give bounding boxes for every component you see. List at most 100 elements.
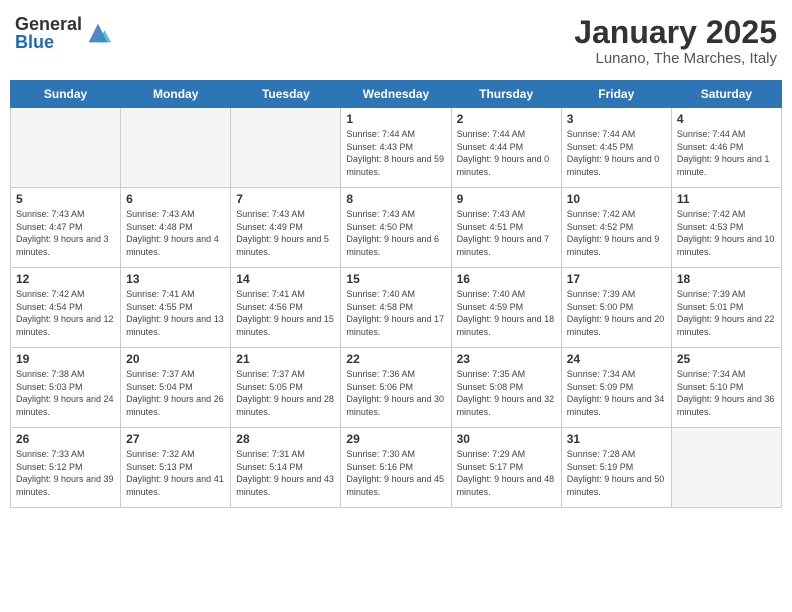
calendar-cell: 27 Sunrise: 7:32 AM Sunset: 5:13 PM Dayli…: [121, 428, 231, 508]
calendar-cell: 18 Sunrise: 7:39 AM Sunset: 5:01 PM Dayli…: [671, 268, 781, 348]
day-info: Sunrise: 7:40 AM Sunset: 4:58 PM Dayligh…: [346, 288, 445, 338]
weekday-header-saturday: Saturday: [671, 81, 781, 108]
calendar-cell: 6 Sunrise: 7:43 AM Sunset: 4:48 PM Daylig…: [121, 188, 231, 268]
weekday-header-sunday: Sunday: [11, 81, 121, 108]
weekday-header-tuesday: Tuesday: [231, 81, 341, 108]
weekday-header-monday: Monday: [121, 81, 231, 108]
calendar-cell: 13Sunrise: 7:41 AM Sunset: 4:55 PM Dayli…: [121, 268, 231, 348]
calendar-cell: 20 Sunrise: 7:37 AM Sunset: 5:04 PM Dayli…: [121, 348, 231, 428]
day-number: 13: [126, 272, 225, 286]
day-info: Sunrise: 7:42 AM Sunset: 4:52 PM Dayligh…: [567, 208, 666, 258]
day-number: 14: [236, 272, 335, 286]
day-info: Sunrise: 7:44 AM Sunset: 4:44 PM Dayligh…: [457, 128, 556, 178]
day-info: Sunrise: 7:34 AM Sunset: 5:10 PM Dayligh…: [677, 368, 776, 418]
day-number: 10: [567, 192, 666, 206]
logo-icon: [84, 19, 112, 47]
calendar-cell: 8Sunrise: 7:43 AM Sunset: 4:50 PM Daylig…: [341, 188, 451, 268]
day-info: Sunrise: 7:32 AM Sunset: 5:13 PM Dayligh…: [126, 448, 225, 498]
day-info: Sunrise: 7:40 AM Sunset: 4:59 PM Dayligh…: [457, 288, 556, 338]
month-year-title: January 2025: [574, 15, 777, 50]
day-info: Sunrise: 7:37 AM Sunset: 5:04 PM Dayligh…: [126, 368, 225, 418]
weekday-header-friday: Friday: [561, 81, 671, 108]
day-number: 6: [126, 192, 225, 206]
calendar-cell: 24Sunrise: 7:34 AM Sunset: 5:09 PM Dayli…: [561, 348, 671, 428]
day-info: Sunrise: 7:29 AM Sunset: 5:17 PM Dayligh…: [457, 448, 556, 498]
day-info: Sunrise: 7:39 AM Sunset: 5:01 PM Dayligh…: [677, 288, 776, 338]
day-number: 24: [567, 352, 666, 366]
calendar-week-row: 26 Sunrise: 7:33 AM Sunset: 5:12 PM Dayli…: [11, 428, 782, 508]
calendar-cell: 2 Sunrise: 7:44 AM Sunset: 4:44 PM Daylig…: [451, 108, 561, 188]
day-number: 5: [16, 192, 115, 206]
title-block: January 2025 Lunano, The Marches, Italy: [574, 15, 777, 67]
day-info: Sunrise: 7:43 AM Sunset: 4:48 PM Dayligh…: [126, 208, 225, 258]
day-number: 3: [567, 112, 666, 126]
day-number: 25: [677, 352, 776, 366]
day-number: 30: [457, 432, 556, 446]
day-number: 19: [16, 352, 115, 366]
weekday-header-wednesday: Wednesday: [341, 81, 451, 108]
day-info: Sunrise: 7:38 AM Sunset: 5:03 PM Dayligh…: [16, 368, 115, 418]
day-info: Sunrise: 7:44 AM Sunset: 4:45 PM Dayligh…: [567, 128, 666, 178]
day-number: 28: [236, 432, 335, 446]
day-number: 23: [457, 352, 556, 366]
day-info: Sunrise: 7:30 AM Sunset: 5:16 PM Dayligh…: [346, 448, 445, 498]
calendar-cell: 4 Sunrise: 7:44 AM Sunset: 4:46 PM Daylig…: [671, 108, 781, 188]
day-info: Sunrise: 7:41 AM Sunset: 4:56 PM Dayligh…: [236, 288, 335, 338]
calendar-cell: 5 Sunrise: 7:43 AM Sunset: 4:47 PM Daylig…: [11, 188, 121, 268]
day-info: Sunrise: 7:39 AM Sunset: 5:00 PM Dayligh…: [567, 288, 666, 338]
weekday-header-row: SundayMondayTuesdayWednesdayThursdayFrid…: [11, 81, 782, 108]
day-number: 17: [567, 272, 666, 286]
calendar-cell: 29 Sunrise: 7:30 AM Sunset: 5:16 PM Dayli…: [341, 428, 451, 508]
day-number: 18: [677, 272, 776, 286]
calendar-cell: 25 Sunrise: 7:34 AM Sunset: 5:10 PM Dayli…: [671, 348, 781, 428]
calendar-cell: 7 Sunrise: 7:43 AM Sunset: 4:49 PM Daylig…: [231, 188, 341, 268]
calendar-week-row: 5 Sunrise: 7:43 AM Sunset: 4:47 PM Daylig…: [11, 188, 782, 268]
calendar-table: SundayMondayTuesdayWednesdayThursdayFrid…: [10, 80, 782, 508]
calendar-cell: 22Sunrise: 7:36 AM Sunset: 5:06 PM Dayli…: [341, 348, 451, 428]
calendar-cell: 10 Sunrise: 7:42 AM Sunset: 4:52 PM Dayli…: [561, 188, 671, 268]
day-number: 7: [236, 192, 335, 206]
day-number: 12: [16, 272, 115, 286]
calendar-cell: 12Sunrise: 7:42 AM Sunset: 4:54 PM Dayli…: [11, 268, 121, 348]
day-info: Sunrise: 7:33 AM Sunset: 5:12 PM Dayligh…: [16, 448, 115, 498]
day-info: Sunrise: 7:44 AM Sunset: 4:46 PM Dayligh…: [677, 128, 776, 178]
day-number: 11: [677, 192, 776, 206]
calendar-cell: 17 Sunrise: 7:39 AM Sunset: 5:00 PM Dayli…: [561, 268, 671, 348]
calendar-cell: 19 Sunrise: 7:38 AM Sunset: 5:03 PM Dayli…: [11, 348, 121, 428]
day-info: Sunrise: 7:44 AM Sunset: 4:43 PM Dayligh…: [346, 128, 445, 178]
day-number: 29: [346, 432, 445, 446]
day-info: Sunrise: 7:43 AM Sunset: 4:51 PM Dayligh…: [457, 208, 556, 258]
day-number: 9: [457, 192, 556, 206]
logo: General Blue: [15, 15, 112, 51]
calendar-cell: 30 Sunrise: 7:29 AM Sunset: 5:17 PM Dayli…: [451, 428, 561, 508]
day-number: 2: [457, 112, 556, 126]
day-info: Sunrise: 7:42 AM Sunset: 4:53 PM Dayligh…: [677, 208, 776, 258]
calendar-cell: [671, 428, 781, 508]
day-number: 26: [16, 432, 115, 446]
calendar-cell: 23 Sunrise: 7:35 AM Sunset: 5:08 PM Dayli…: [451, 348, 561, 428]
day-number: 27: [126, 432, 225, 446]
calendar-cell: 1 Sunrise: 7:44 AM Sunset: 4:43 PM Daylig…: [341, 108, 451, 188]
calendar-cell: 11 Sunrise: 7:42 AM Sunset: 4:53 PM Dayli…: [671, 188, 781, 268]
calendar-cell: 26 Sunrise: 7:33 AM Sunset: 5:12 PM Dayli…: [11, 428, 121, 508]
calendar-cell: 9 Sunrise: 7:43 AM Sunset: 4:51 PM Daylig…: [451, 188, 561, 268]
day-info: Sunrise: 7:37 AM Sunset: 5:05 PM Dayligh…: [236, 368, 335, 418]
day-info: Sunrise: 7:43 AM Sunset: 4:47 PM Dayligh…: [16, 208, 115, 258]
calendar-cell: 14 Sunrise: 7:41 AM Sunset: 4:56 PM Dayli…: [231, 268, 341, 348]
day-info: Sunrise: 7:36 AM Sunset: 5:06 PM Dayligh…: [346, 368, 445, 418]
calendar-week-row: 19 Sunrise: 7:38 AM Sunset: 5:03 PM Dayli…: [11, 348, 782, 428]
logo-general-text: General: [15, 15, 82, 33]
calendar-cell: 15 Sunrise: 7:40 AM Sunset: 4:58 PM Dayli…: [341, 268, 451, 348]
calendar-cell: 16Sunrise: 7:40 AM Sunset: 4:59 PM Dayli…: [451, 268, 561, 348]
day-number: 21: [236, 352, 335, 366]
calendar-week-row: 1 Sunrise: 7:44 AM Sunset: 4:43 PM Daylig…: [11, 108, 782, 188]
logo-blue-text: Blue: [15, 33, 82, 51]
day-number: 15: [346, 272, 445, 286]
calendar-cell: 21 Sunrise: 7:37 AM Sunset: 5:05 PM Dayli…: [231, 348, 341, 428]
day-number: 1: [346, 112, 445, 126]
day-info: Sunrise: 7:43 AM Sunset: 4:49 PM Dayligh…: [236, 208, 335, 258]
day-number: 4: [677, 112, 776, 126]
calendar-cell: [121, 108, 231, 188]
day-number: 20: [126, 352, 225, 366]
day-info: Sunrise: 7:35 AM Sunset: 5:08 PM Dayligh…: [457, 368, 556, 418]
